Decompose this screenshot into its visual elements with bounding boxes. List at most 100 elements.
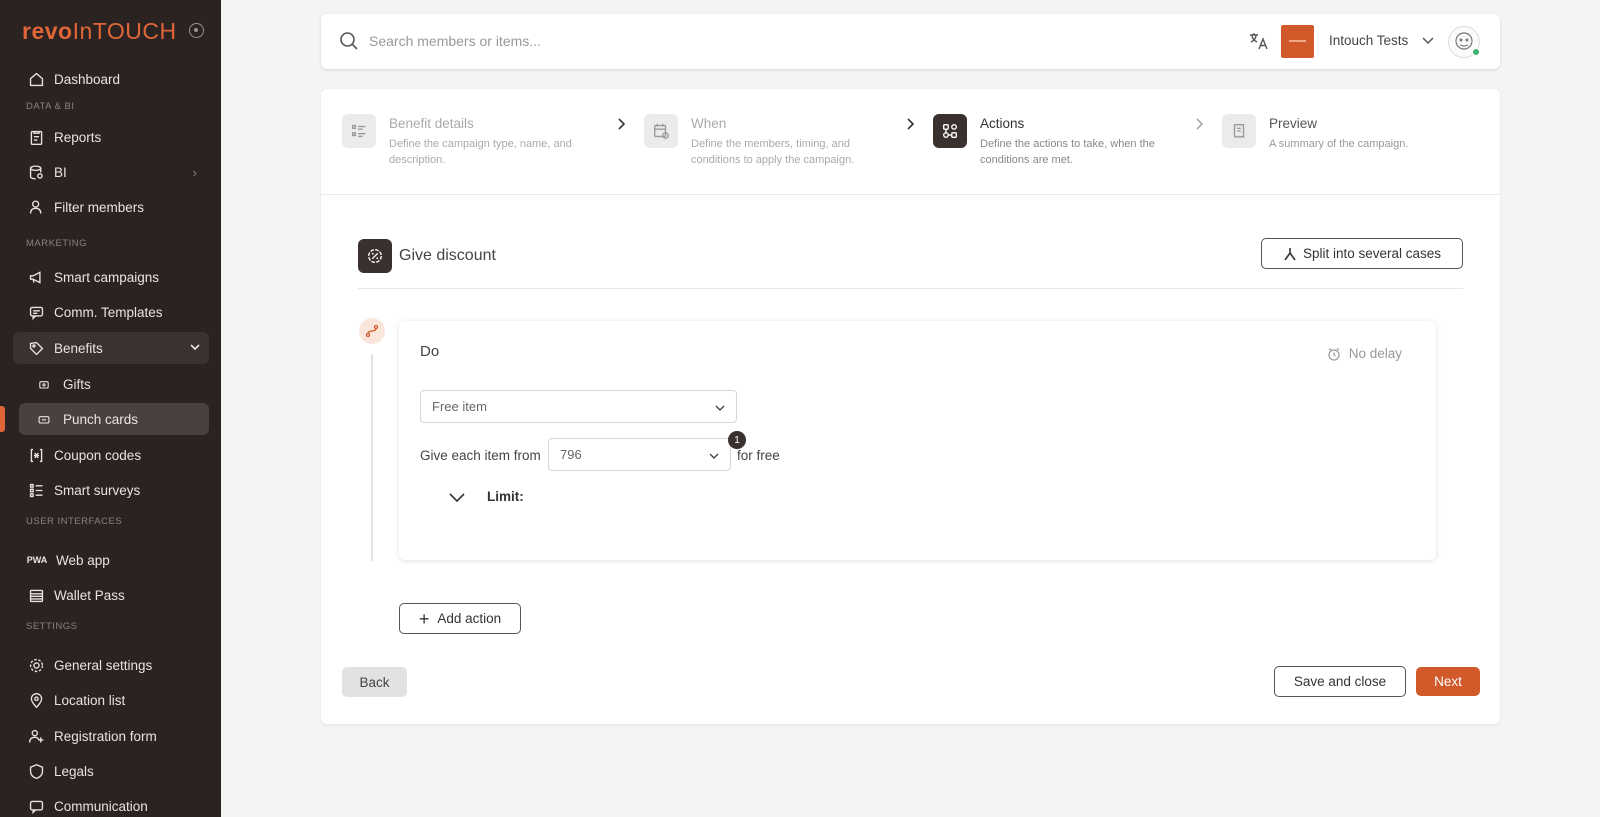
route-icon: [359, 318, 385, 344]
sidebar-item-label: Wallet Pass: [54, 587, 125, 603]
list-icon: [27, 481, 45, 499]
section-title: Give discount: [399, 247, 496, 264]
translate-icon[interactable]: [1248, 30, 1270, 52]
step-title: Benefit details: [389, 116, 474, 131]
split-label: Split into several cases: [1302, 246, 1442, 261]
flow-line: [371, 354, 373, 561]
sidebar-item-filter-members[interactable]: Filter members: [13, 191, 209, 223]
sidebar-item-label: Communication: [54, 798, 148, 814]
sidebar-item-benefits[interactable]: Benefits: [13, 332, 209, 364]
section-label-marketing: MARKETING: [26, 238, 87, 249]
chevron-down-icon[interactable]: [1421, 33, 1435, 52]
step-title: Preview: [1269, 116, 1318, 131]
gift-icon: [37, 375, 51, 393]
chevron-right-icon: ›: [192, 164, 197, 180]
chat-icon: [27, 797, 45, 815]
chevron-right-icon: [1194, 117, 1206, 136]
sidebar-item-label: Smart surveys: [54, 482, 141, 498]
item-source-value: 796: [560, 447, 582, 462]
card-icon: [37, 410, 51, 428]
sidebar: revoInTOUCH Dashboard DATA & BI Reports …: [0, 0, 221, 817]
section-label-settings: SETTINGS: [26, 621, 78, 632]
back-button[interactable]: Back: [342, 667, 407, 697]
sidebar-item-reports[interactable]: Reports: [13, 121, 209, 153]
limit-toggle[interactable]: Limit:: [449, 489, 524, 504]
count-badge: 1: [728, 431, 746, 449]
step-description: A summary of the campaign.: [1269, 138, 1409, 150]
sidebar-item-label: Benefits: [54, 340, 103, 356]
sidebar-item-label: Reports: [54, 129, 102, 145]
step-description: Define the actions to take, when the con…: [980, 138, 1155, 166]
sidebar-item-location-list[interactable]: Location list: [13, 684, 209, 716]
organization-logo: [1281, 25, 1314, 58]
sidebar-item-web-app[interactable]: PWA Web app: [13, 544, 209, 576]
section-label-user-interfaces: USER INTERFACES: [26, 516, 123, 527]
give-each-label: Give each item from: [420, 448, 541, 463]
gear-icon: [27, 656, 45, 674]
sidebar-item-smart-surveys[interactable]: Smart surveys: [13, 474, 209, 506]
for-free-label: for free: [737, 448, 780, 463]
alarm-icon: [1328, 347, 1340, 361]
topbar: Intouch Tests: [321, 14, 1500, 69]
sidebar-item-gifts[interactable]: Gifts: [19, 368, 209, 400]
active-indicator: [0, 406, 5, 432]
search-input[interactable]: [369, 29, 869, 53]
logo[interactable]: revoInTOUCH: [22, 18, 177, 45]
next-button[interactable]: Next: [1416, 667, 1480, 696]
sidebar-item-punch-cards[interactable]: Punch cards: [19, 403, 209, 435]
step-when[interactable]: When Define the members, timing, and con…: [644, 114, 891, 168]
sidebar-item-label: General settings: [54, 657, 153, 673]
item-source-select[interactable]: 796: [548, 438, 731, 471]
chevron-right-icon: [905, 117, 917, 136]
delay-label: No delay: [1348, 346, 1402, 361]
organization-name[interactable]: Intouch Tests: [1329, 33, 1408, 48]
sidebar-item-label: Comm. Templates: [54, 304, 163, 320]
step-title: Actions: [980, 116, 1025, 131]
chevron-right-icon: [616, 117, 628, 136]
limit-label: Limit:: [487, 489, 524, 504]
action-type-select[interactable]: Free item: [420, 390, 737, 423]
step-benefit-details[interactable]: Benefit details Define the campaign type…: [342, 114, 589, 168]
megaphone-icon: [27, 268, 45, 286]
logo-row: revoInTOUCH: [22, 18, 212, 44]
sidebar-item-coupon-codes[interactable]: Coupon codes: [13, 439, 209, 471]
add-action-button[interactable]: + Add action: [399, 603, 521, 634]
delay-toggle[interactable]: No delay: [1327, 346, 1402, 361]
save-and-close-button[interactable]: Save and close: [1274, 666, 1406, 697]
chevron-down-icon: [189, 341, 201, 356]
clipboard-icon: [27, 128, 45, 146]
sidebar-item-general-settings[interactable]: General settings: [13, 649, 209, 681]
sidebar-item-smart-campaigns[interactable]: Smart campaigns: [13, 261, 209, 293]
step-actions[interactable]: Actions Define the actions to take, when…: [933, 114, 1180, 168]
sidebar-item-registration-form[interactable]: Registration form: [13, 720, 209, 752]
step-title: When: [691, 116, 727, 131]
collapse-sidebar-icon[interactable]: [189, 23, 204, 38]
user-search-icon: [27, 198, 45, 216]
user-plus-icon: [27, 727, 45, 745]
sidebar-item-wallet-pass[interactable]: Wallet Pass: [13, 579, 209, 611]
split-into-cases-button[interactable]: Split into several cases: [1261, 238, 1463, 269]
plus-icon: +: [418, 608, 430, 629]
sidebar-item-label: Web app: [56, 552, 110, 568]
chevron-down-icon: [708, 450, 720, 465]
action-block-title: Do: [420, 343, 440, 360]
calendar-clock-icon: [644, 114, 678, 148]
search-icon: [340, 32, 358, 50]
avatar[interactable]: [1448, 26, 1480, 58]
sidebar-item-label: Smart campaigns: [54, 269, 160, 285]
sidebar-item-label: Registration form: [54, 728, 157, 744]
sidebar-item-dashboard[interactable]: Dashboard: [13, 63, 209, 95]
step-preview[interactable]: Preview A summary of the campaign.: [1222, 114, 1469, 152]
shield-icon: [27, 762, 45, 780]
section-label-data-bi: DATA & BI: [26, 101, 75, 112]
campaign-editor-card: Benefit details Define the campaign type…: [321, 89, 1500, 724]
sidebar-item-bi[interactable]: BI ›: [13, 156, 209, 188]
sidebar-item-communication[interactable]: Communication: [13, 790, 209, 817]
sidebar-item-label: Location list: [54, 692, 126, 708]
sidebar-item-label: Punch cards: [63, 411, 139, 427]
sidebar-item-legals[interactable]: Legals: [13, 755, 209, 787]
database-icon: [27, 163, 45, 181]
sidebar-item-comm-templates[interactable]: Comm. Templates: [13, 296, 209, 328]
home-icon: [27, 70, 45, 88]
sidebar-item-label: Coupon codes: [54, 447, 142, 463]
